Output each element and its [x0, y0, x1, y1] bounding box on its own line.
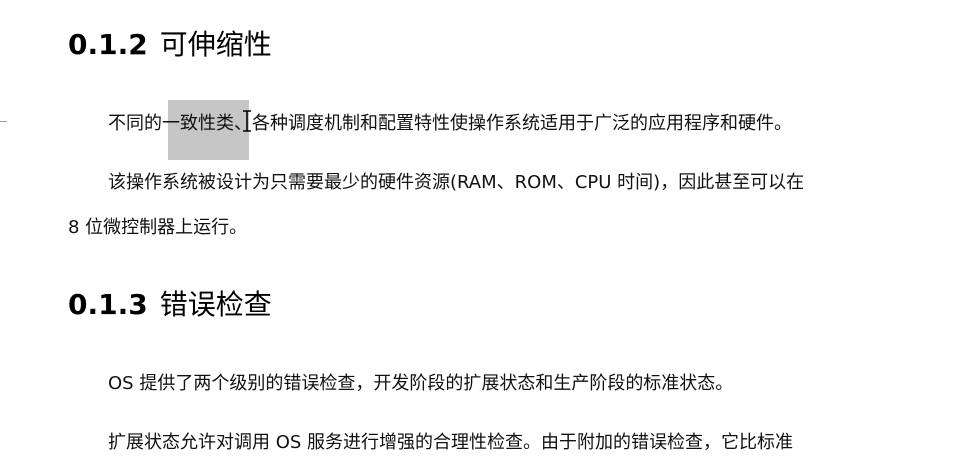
paragraph-error-checking-1[interactable]: OS 提供了两个级别的错误检查，开发阶段的扩展状态和生产阶段的标准状态。	[108, 372, 733, 396]
section-number: 0.1.2	[68, 28, 148, 61]
paragraph-scalability-3[interactable]: 8 位微控制器上运行。	[68, 216, 247, 240]
section-number: 0.1.3	[68, 288, 148, 321]
paragraph-scalability-2[interactable]: 该操作系统被设计为只需要最少的硬件资源(RAM、ROM、CPU 时间)，因此甚至…	[108, 171, 804, 195]
paragraph-scalability-1[interactable]: 不同的一致性类、各种调度机制和配置特性使操作系统适用于广泛的应用程序和硬件。	[108, 112, 792, 136]
section-heading-error-checking: 0.1.3 错误检查	[68, 288, 272, 322]
section-heading-scalability: 0.1.2 可伸缩性	[68, 28, 272, 62]
section-title: 错误检查	[159, 288, 272, 321]
document-page: 0.1.2 可伸缩性 不同的一致性类、各种调度机制和配置特性使操作系统适用于广泛的…	[0, 0, 960, 471]
margin-marker	[0, 121, 7, 122]
section-title: 可伸缩性	[159, 28, 272, 61]
i-beam-cursor-icon	[243, 110, 251, 132]
paragraph-error-checking-2[interactable]: 扩展状态允许对调用 OS 服务进行增强的合理性检查。由于附加的错误检查，它比标准	[108, 431, 793, 455]
